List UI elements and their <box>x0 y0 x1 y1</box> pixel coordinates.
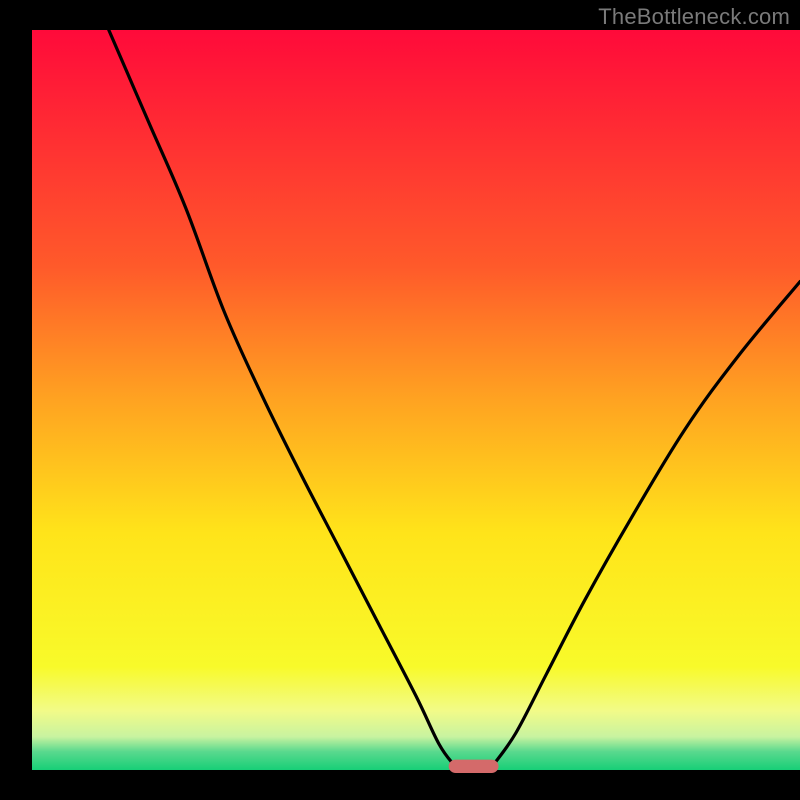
chart-background <box>32 30 800 770</box>
valley-marker <box>449 760 499 773</box>
chart-svg <box>0 0 800 800</box>
chart-stage: TheBottleneck.com <box>0 0 800 800</box>
attribution-text: TheBottleneck.com <box>598 4 790 30</box>
